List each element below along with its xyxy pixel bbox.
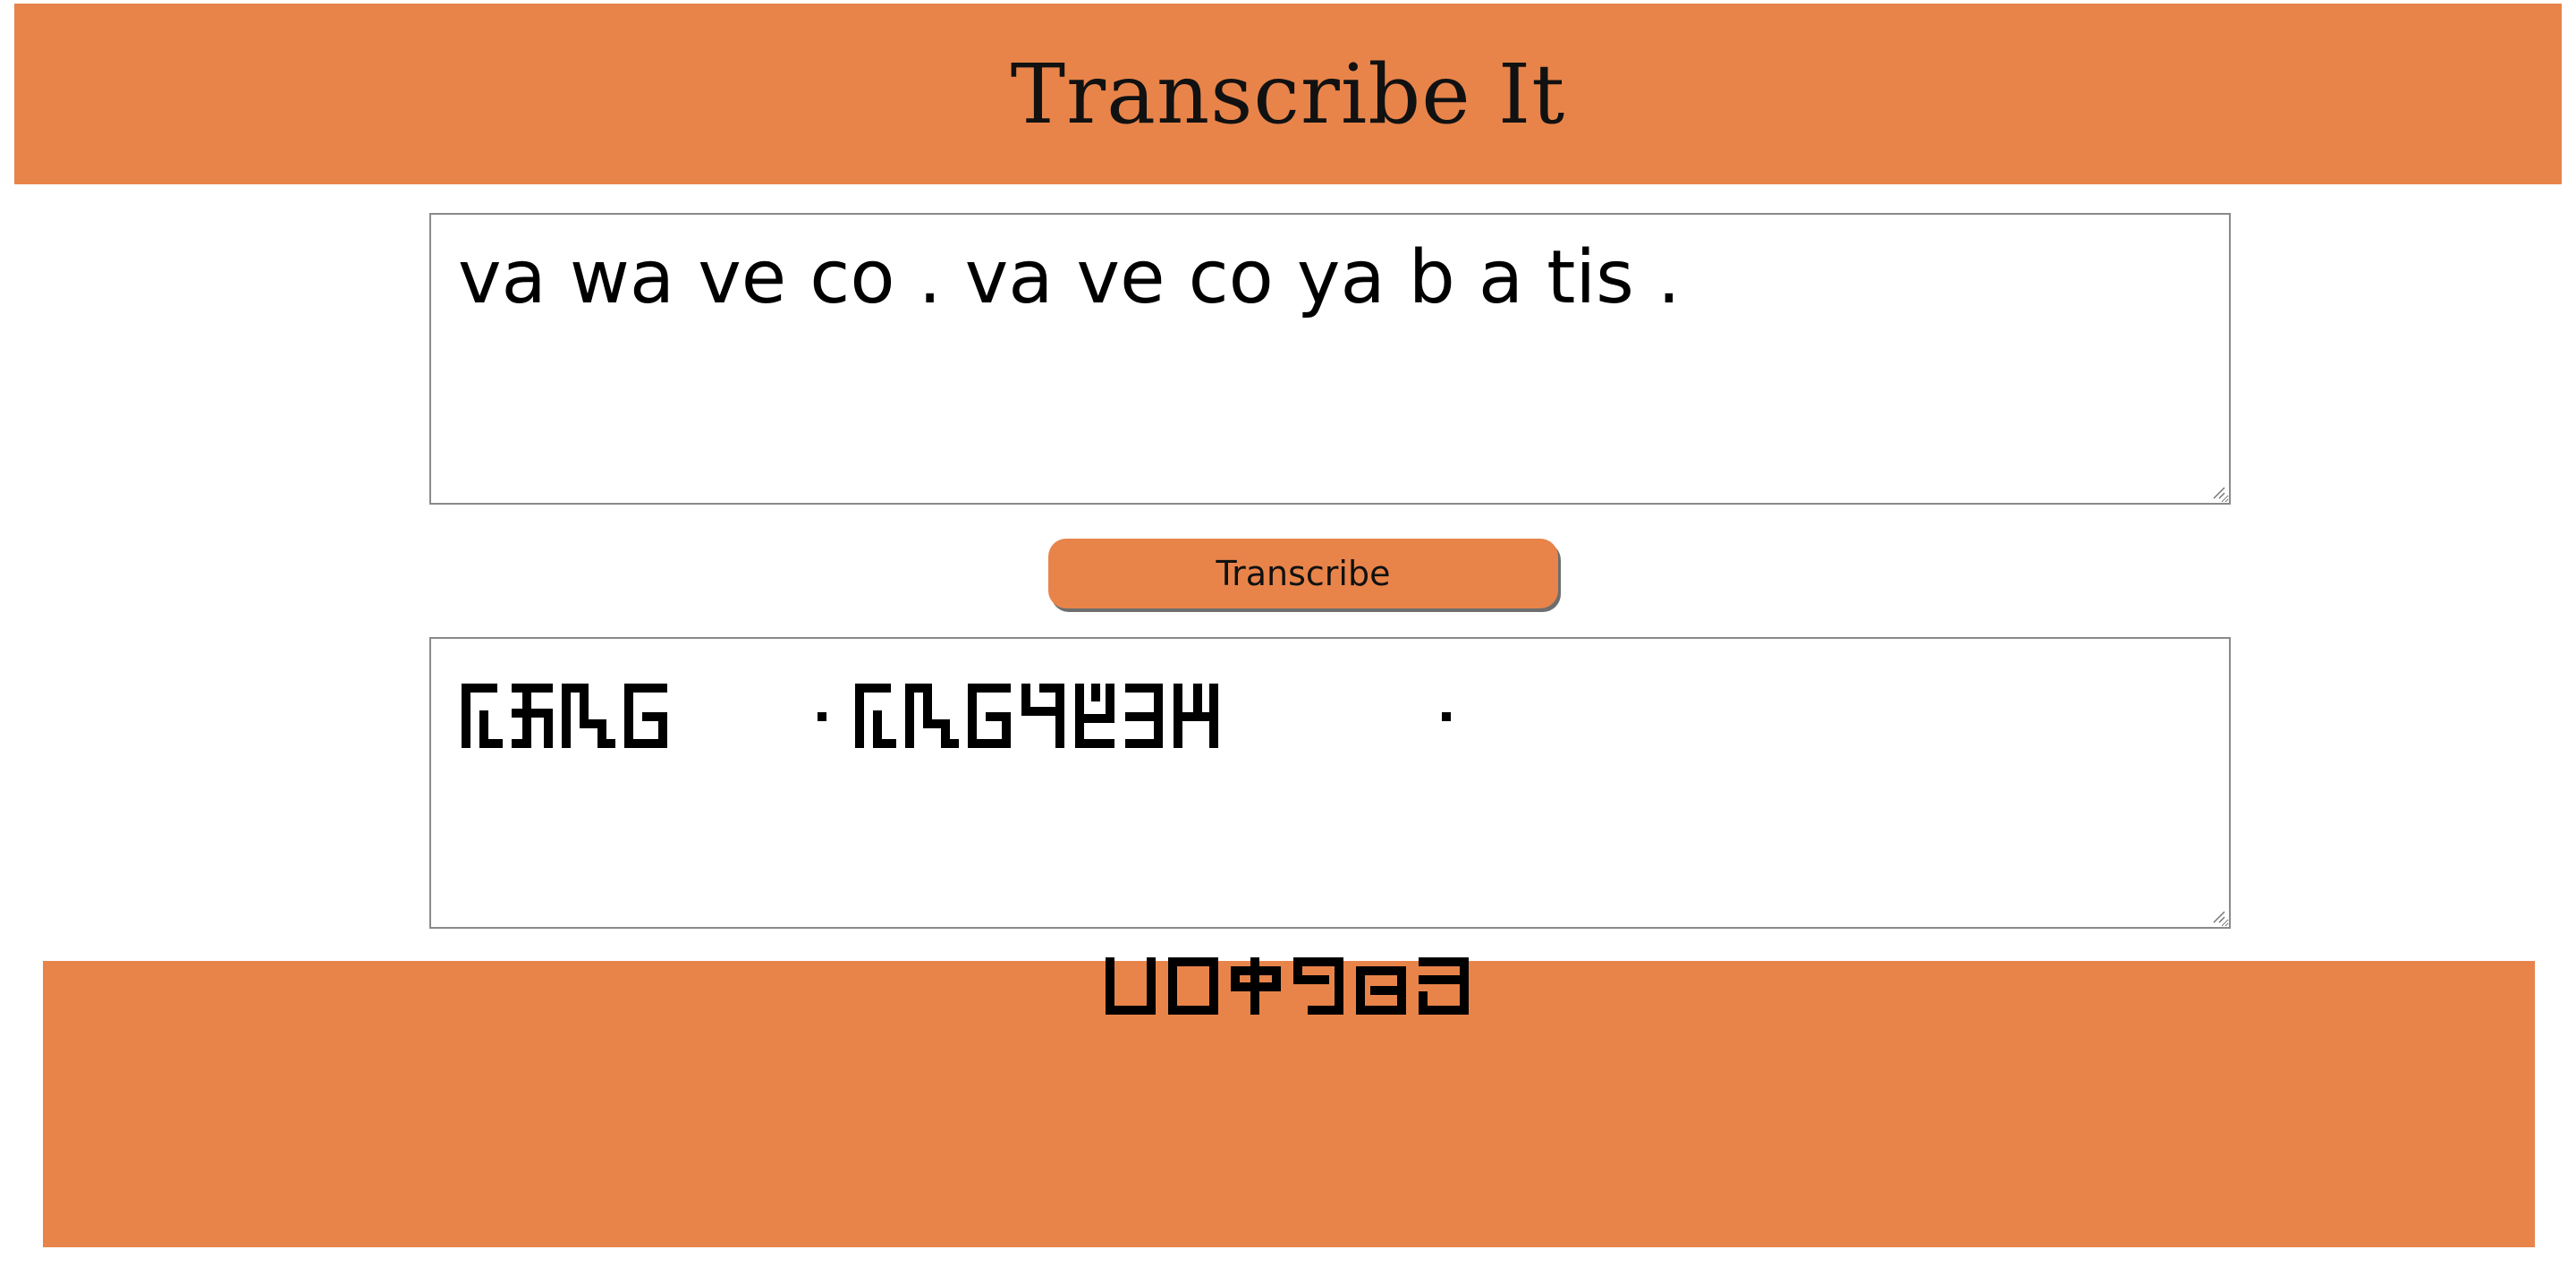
resize-grip-icon[interactable]: [2211, 909, 2225, 923]
transcribe-button[interactable]: Transcribe: [1048, 539, 1558, 608]
page-title: Transcribe It: [1010, 46, 1566, 142]
latin-input-textarea[interactable]: va wa ve co . va ve co ya b a tis .: [429, 213, 2231, 505]
separator-dot-2: [1442, 712, 1451, 721]
transcribed-glyph-line: [458, 678, 2202, 759]
footer-script-glyphs: [1106, 957, 1469, 1015]
separator-dot-1: [818, 712, 826, 721]
resize-grip-icon[interactable]: [2211, 485, 2225, 499]
glyph-word-1: [462, 684, 667, 748]
input-text: va wa ve co . va ve co ya b a tis .: [458, 235, 1681, 320]
transcribed-output-textarea[interactable]: [429, 637, 2231, 929]
glyph-word-2: [855, 684, 1218, 748]
transcribed-script-glyphs: [462, 684, 1451, 748]
header-banner: Transcribe It: [14, 4, 2562, 184]
